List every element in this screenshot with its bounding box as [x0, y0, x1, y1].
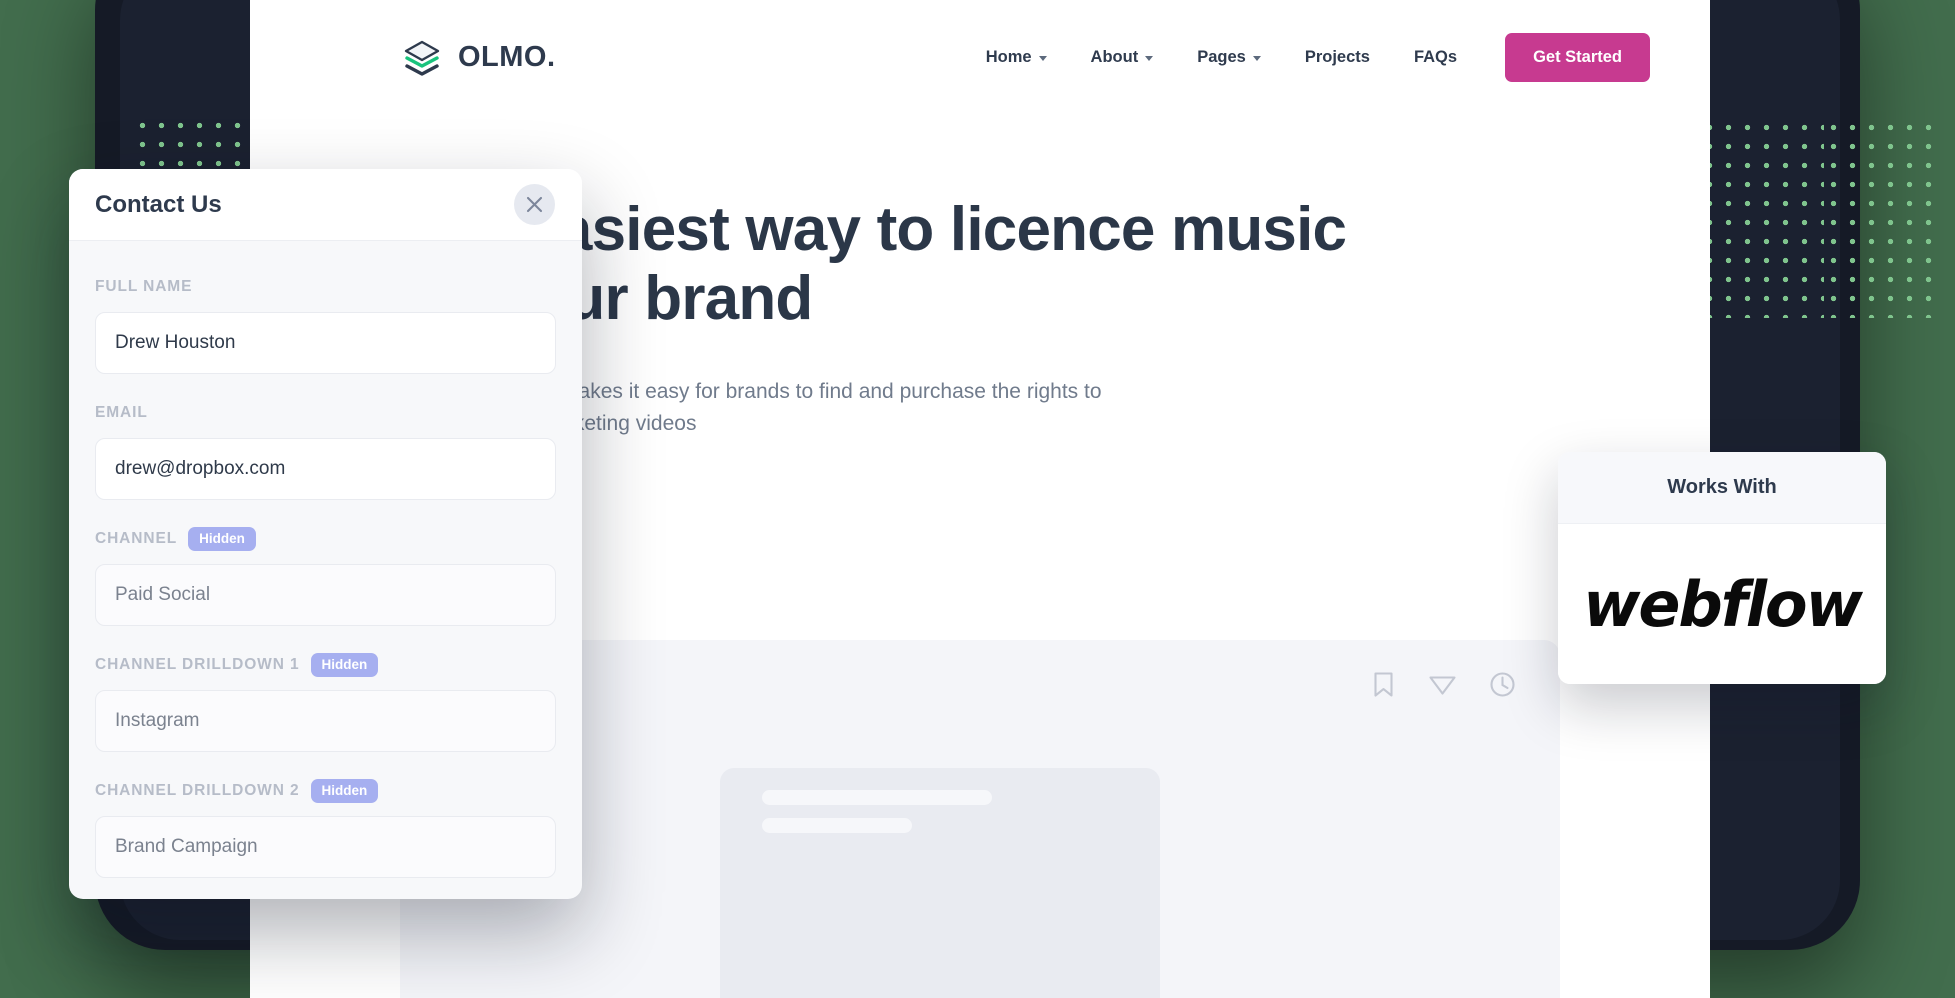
bookmark-icon[interactable] — [1371, 671, 1396, 698]
modal-header: Contact Us — [69, 169, 582, 241]
app-mockup-line — [762, 818, 912, 833]
hidden-badge: Hidden — [310, 652, 379, 678]
channel-drilldown-1-input[interactable]: Instagram — [95, 690, 556, 752]
field-label-row: Email — [95, 401, 556, 425]
nav-item-about[interactable]: About — [1069, 38, 1176, 77]
main-nav: Home About Pages Projects FAQs Get Start… — [964, 33, 1650, 82]
modal-title: Contact Us — [95, 190, 222, 218]
field-label-row: Full Name — [95, 275, 556, 299]
nav-label: FAQs — [1413, 48, 1458, 66]
field-channel: Channel Hidden Paid Social — [95, 526, 556, 626]
layers-icon — [400, 36, 444, 80]
hidden-badge: Hidden — [188, 526, 256, 552]
field-label: Full Name — [95, 278, 193, 295]
nav-label: Projects — [1304, 48, 1370, 66]
works-with-logo: webflow — [1558, 524, 1886, 684]
channel-input[interactable]: Paid Social — [95, 564, 556, 626]
field-label: Channel Drilldown 2 — [95, 782, 300, 799]
nav-label: Pages — [1197, 48, 1246, 66]
send-icon[interactable] — [1428, 671, 1457, 698]
nav-label: Home — [985, 48, 1032, 66]
field-label: Channel Drilldown 1 — [95, 656, 300, 673]
nav-item-projects[interactable]: Projects — [1283, 38, 1392, 77]
webflow-logo-text: webflow — [1583, 567, 1863, 641]
field-channel-drilldown-2: Channel Drilldown 2 Hidden Brand Campaig… — [95, 778, 556, 878]
nav-item-faqs[interactable]: FAQs — [1392, 38, 1479, 77]
field-label-row: Channel Hidden — [95, 526, 556, 552]
chevron-down-icon — [1252, 56, 1261, 61]
modal-body: Full Name Drew Houston Email drew@dropbo… — [69, 241, 582, 899]
get-started-button[interactable]: Get Started — [1505, 33, 1650, 82]
works-with-title: Works With — [1558, 452, 1886, 524]
clock-icon[interactable] — [1489, 671, 1516, 698]
field-label-row: Channel Drilldown 2 Hidden — [95, 778, 556, 804]
close-icon[interactable] — [514, 184, 555, 225]
field-label-row: Channel Drilldown 1 Hidden — [95, 652, 556, 678]
brand-logo[interactable]: OLMO. — [400, 36, 556, 80]
hidden-badge: Hidden — [310, 778, 379, 804]
dot-grid-right-2 — [1824, 118, 1934, 318]
field-label: Email — [95, 404, 148, 421]
brand-name: OLMO. — [458, 41, 556, 73]
app-mockup-line — [762, 790, 992, 805]
field-full-name: Full Name Drew Houston — [95, 275, 556, 374]
field-email: Email drew@dropbox.com — [95, 401, 556, 500]
field-label: Channel — [95, 530, 178, 547]
screenshot-stage: OLMO. Home About Pages Projects FAQs Get… — [0, 0, 1955, 998]
works-with-card: Works With webflow — [1558, 452, 1886, 684]
chevron-down-icon — [1145, 56, 1154, 61]
field-channel-drilldown-1: Channel Drilldown 1 Hidden Instagram — [95, 652, 556, 752]
email-input[interactable]: drew@dropbox.com — [95, 438, 556, 500]
nav-item-pages[interactable]: Pages — [1175, 38, 1283, 77]
site-header: OLMO. Home About Pages Projects FAQs Get… — [250, 0, 1710, 115]
app-mockup-icons — [1371, 671, 1516, 698]
chevron-down-icon — [1038, 56, 1047, 61]
channel-drilldown-2-input[interactable]: Brand Campaign — [95, 816, 556, 878]
dot-grid-right — [1700, 118, 1824, 318]
full-name-input[interactable]: Drew Houston — [95, 312, 556, 374]
nav-label: About — [1090, 48, 1139, 66]
contact-us-modal: Contact Us Full Name Drew Houston Email … — [69, 169, 582, 899]
nav-item-home[interactable]: Home — [964, 38, 1069, 77]
